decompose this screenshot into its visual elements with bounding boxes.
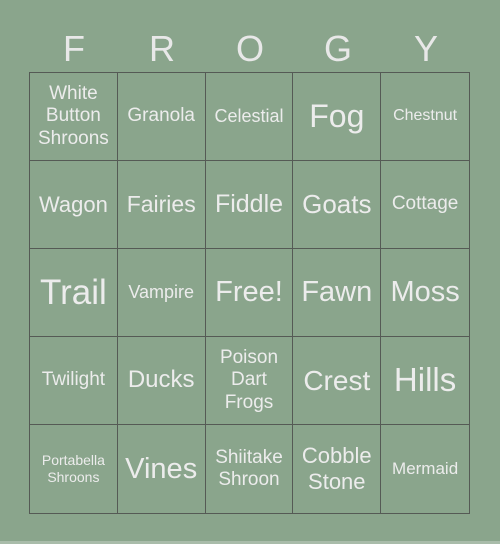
bingo-cell[interactable]: Portabella Shroons — [30, 425, 118, 513]
bingo-cell[interactable]: Chestnut — [381, 73, 469, 161]
bingo-cell[interactable]: Vampire — [117, 249, 206, 337]
bingo-cell[interactable]: Ducks — [117, 337, 206, 425]
header-letter: Y — [413, 28, 438, 69]
bingo-cell[interactable]: Celestial — [205, 73, 294, 161]
bingo-cell[interactable]: White Button Shroons — [30, 73, 118, 161]
bingo-cell[interactable]: Cobble Stone — [293, 425, 382, 513]
bingo-cell[interactable]: Poison Dart Frogs — [205, 337, 294, 425]
bingo-cell[interactable]: Shiitake Shroon — [206, 425, 294, 513]
bingo-cell[interactable]: Fairies — [117, 161, 206, 249]
bingo-cell[interactable]: Fawn — [293, 249, 382, 337]
bingo-cell[interactable]: Hills — [381, 337, 469, 425]
bingo-cell[interactable]: Trail — [30, 249, 118, 337]
bingo-cell[interactable]: Moss — [381, 249, 469, 337]
bingo-cell[interactable]: Twilight — [30, 337, 118, 425]
header-letter: O — [235, 28, 264, 69]
bingo-cell[interactable]: Mermaid — [381, 425, 469, 513]
bingo-cell[interactable]: Goats — [293, 161, 382, 249]
bingo-card: White Button Shroons Granola Celestial Fog C… — [29, 72, 470, 514]
header-letter: R — [149, 28, 175, 69]
bingo-cell[interactable]: Fiddle — [205, 161, 294, 249]
bingo-cell[interactable]: Vines — [118, 425, 206, 513]
bingo-cell[interactable]: Granola — [117, 73, 206, 161]
bingo-cell[interactable]: Crest — [293, 337, 382, 425]
header-letter: G — [323, 28, 352, 69]
bingo-cell[interactable]: Fog — [293, 73, 382, 161]
bingo-header: F R O G Y — [30, 26, 470, 72]
bingo-cell[interactable]: Free! — [205, 249, 294, 337]
bingo-cell[interactable]: Wagon — [30, 161, 118, 249]
bingo-cell[interactable]: Cottage — [381, 161, 469, 249]
header-letter: F — [63, 28, 85, 69]
